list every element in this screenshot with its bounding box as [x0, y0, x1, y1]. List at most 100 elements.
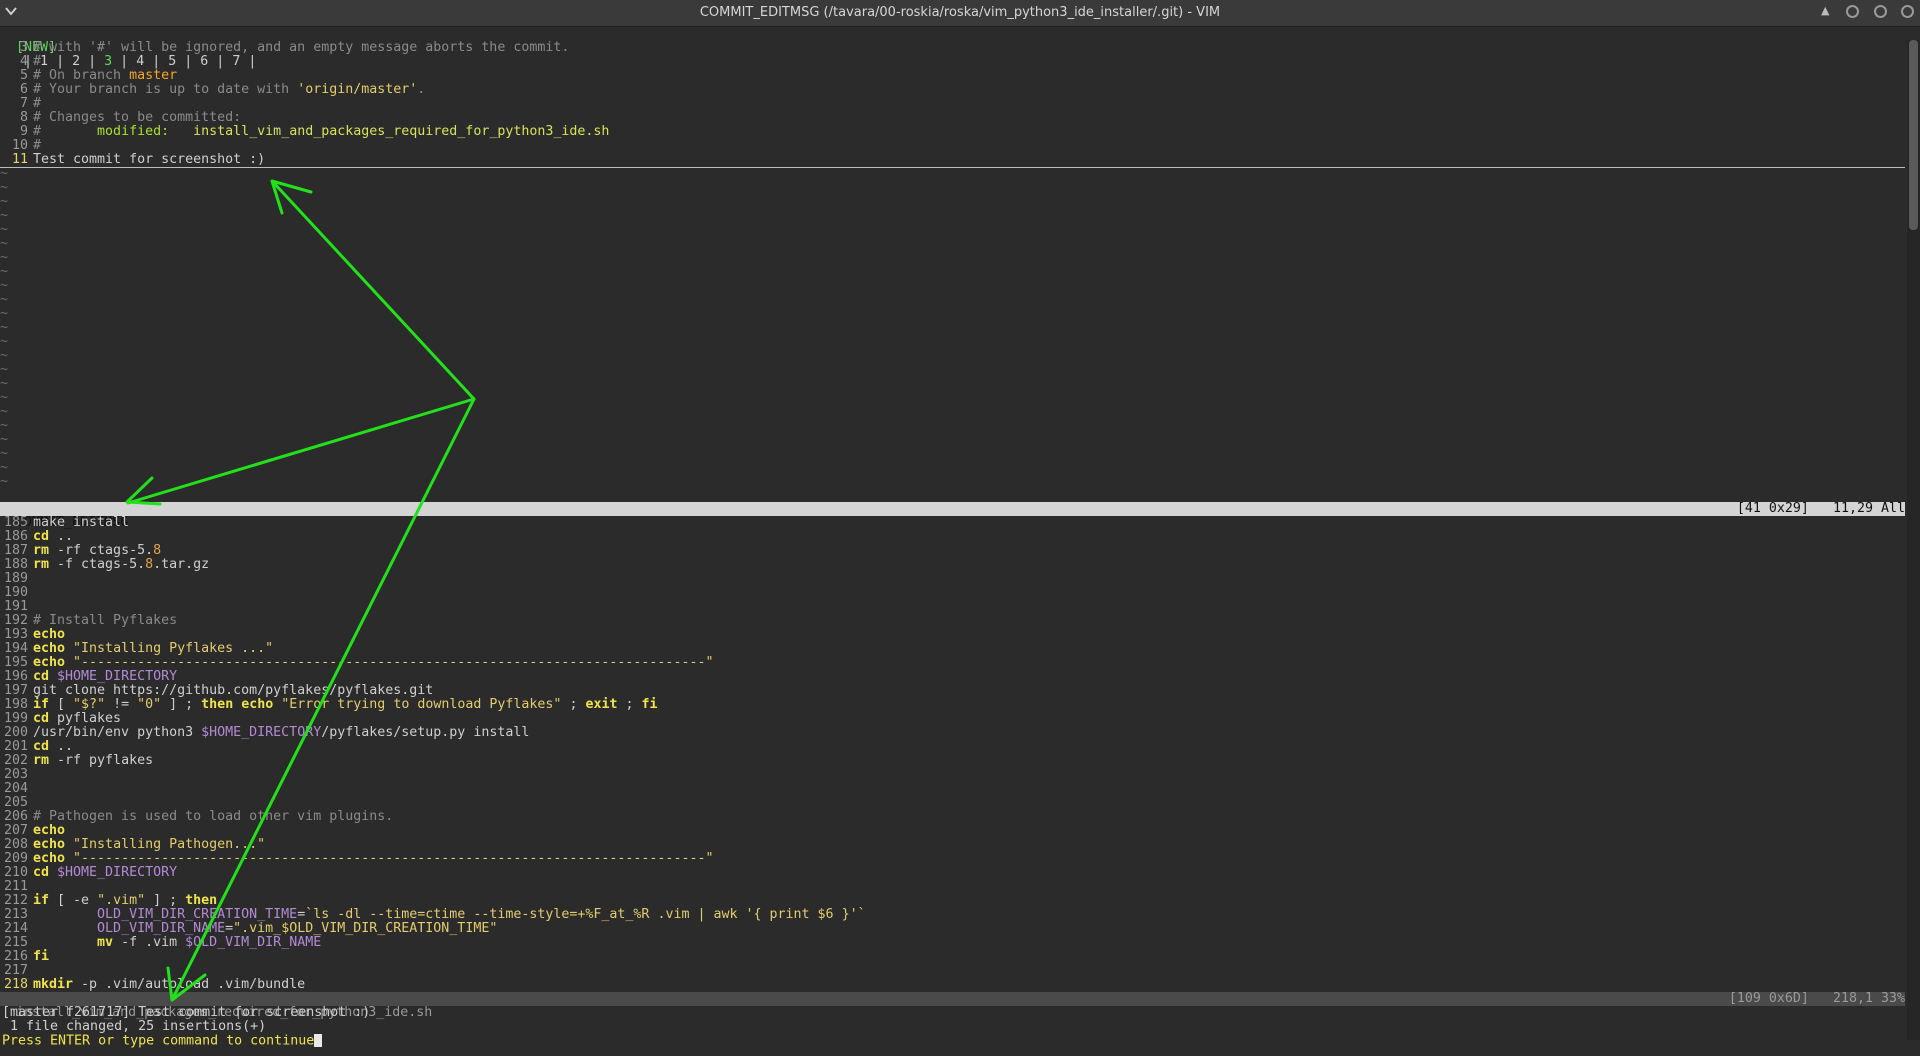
code-token: if: [33, 697, 50, 712]
code-line[interactable]: 212 if [ -e ".vim" ] ; then: [0, 894, 1905, 908]
line-number: 210: [3, 865, 28, 880]
line-number: 193: [3, 627, 28, 642]
code-line[interactable]: 196 cd $HOME_DIRECTORY: [0, 670, 1905, 684]
line-number: 204: [3, 781, 28, 796]
code-line[interactable]: 204: [0, 782, 1905, 796]
code-line[interactable]: 207 echo: [0, 824, 1905, 838]
statusline-size: [109 0x6D]: [1728, 991, 1809, 1006]
commit-result-message: [master f261717] Test commit for screens…: [2, 1005, 371, 1020]
line-number: 203: [3, 767, 28, 782]
code-line[interactable]: 201 cd ..: [0, 740, 1905, 754]
code-line[interactable]: 9 # modified: install_vim_and_packages_re…: [0, 125, 1905, 139]
statusline-position: [41 0x29] 11,29 All: [1737, 502, 1905, 516]
code-token: "0": [137, 697, 162, 712]
code-line[interactable]: 205: [0, 796, 1905, 810]
vim-tabline: [NEW] | 1 | 2 | 3 | 4 | 5 | 6 | 7 |: [0, 27, 1920, 69]
empty-line-marker: ~: [0, 376, 9, 391]
code-token: echo: [33, 627, 66, 642]
code-line[interactable]: 193 echo: [0, 628, 1905, 642]
command-prompt[interactable]: Press ENTER or type command to continue: [0, 1034, 1907, 1048]
code-line[interactable]: 192 # Install Pyflakes: [0, 614, 1905, 628]
code-line[interactable]: 214 OLD_VIM_DIR_NAME=".vim_$OLD_VIM_DIR_…: [0, 922, 1905, 936]
code-line[interactable]: 6 # Your branch is up to date with 'origi…: [0, 83, 1905, 97]
current-line[interactable]: 218 mkdir -p .vim/autoload .vim/bundle: [0, 978, 1905, 992]
code-token: -rf pyflakes: [49, 753, 154, 768]
line-text: #: [33, 138, 42, 153]
empty-line-marker: ~: [0, 362, 9, 377]
bottom-pane-statusline: install_vim_and_packages_required_for_py…: [0, 991, 1905, 1020]
code-line[interactable]: 188 rm -f ctags-5.8.tar.gz: [0, 558, 1905, 572]
code-token: fi: [641, 697, 658, 712]
code-line[interactable]: 213 OLD_VIM_DIR_CREATION_TIME=`ls -dl --…: [0, 908, 1905, 922]
line-number: 191: [3, 599, 28, 614]
code-token: "Installing Pyflakes ...": [65, 641, 274, 656]
code-token: fi: [33, 949, 50, 964]
code-line[interactable]: 217: [0, 964, 1905, 978]
upstream-name: 'origin/master': [297, 82, 418, 97]
line-text: # Changes to be committed:: [33, 110, 242, 125]
code-line[interactable]: 187 rm -rf ctags-5.8: [0, 544, 1905, 558]
line-number: 197: [3, 683, 28, 698]
empty-line-marker: ~: [0, 418, 9, 433]
code-token: [ -e: [49, 893, 98, 908]
code-line[interactable]: 215 mv -f .vim $OLD_VIM_DIR_NAME: [0, 936, 1905, 950]
code-line[interactable]: 194 echo "Installing Pyflakes ...": [0, 642, 1905, 656]
code-line[interactable]: 4 #: [0, 55, 1905, 69]
code-token: mkdir: [33, 977, 74, 992]
code-line[interactable]: 202 rm -rf pyflakes: [0, 754, 1905, 768]
close-icon[interactable]: [1901, 5, 1914, 18]
code-line[interactable]: 5 # On branch master: [0, 69, 1905, 83]
code-line[interactable]: 186 cd ..: [0, 530, 1905, 544]
empty-line-marker: ~: [0, 320, 9, 335]
code-token: then: [201, 697, 234, 712]
code-line[interactable]: 8 # Changes to be committed:: [0, 111, 1905, 125]
code-line[interactable]: 198 if [ "$?" != "0" ] ; then echo "Error…: [0, 698, 1905, 712]
code-line[interactable]: 185 make install: [0, 516, 1905, 530]
code-token: pyflakes: [49, 711, 122, 726]
code-token: echo: [233, 697, 274, 712]
code-line[interactable]: 206 # Pathogen is used to load other vim …: [0, 810, 1905, 824]
maximize-icon[interactable]: [1874, 5, 1887, 18]
line-text: Test commit for screenshot :): [33, 152, 266, 167]
up-arrow-icon[interactable]: ▲: [1821, 4, 1829, 17]
scrollbar-thumb[interactable]: [1909, 40, 1918, 230]
code-line[interactable]: 3 # with '#' will be ignored, and an empt…: [0, 41, 1905, 55]
code-line[interactable]: 209 echo "-------------------------------…: [0, 852, 1905, 866]
code-line[interactable]: 208 echo "Installing Pathogen...": [0, 838, 1905, 852]
modified-label: modified:: [97, 124, 170, 139]
code-line[interactable]: 10 #: [0, 139, 1905, 153]
code-token: then: [185, 893, 218, 908]
code-line[interactable]: 197 git clone https://github.com/pyflakes…: [0, 684, 1905, 698]
code-token: cd: [33, 669, 50, 684]
code-token: cd: [33, 529, 50, 544]
code-token: ..: [49, 739, 74, 754]
line-text: # On branch: [33, 68, 130, 83]
code-line[interactable]: 195 echo "-------------------------------…: [0, 656, 1905, 670]
code-line[interactable]: 211: [0, 880, 1905, 894]
code-token: echo: [33, 851, 66, 866]
empty-line-marker: ~: [0, 306, 9, 321]
code-line[interactable]: 200/usr/bin/env python3 $HOME_DIRECTORY/…: [0, 726, 1905, 740]
code-line[interactable]: 199 cd pyflakes: [0, 712, 1905, 726]
code-line[interactable]: 216 fi: [0, 950, 1905, 964]
minimize-icon[interactable]: [1846, 5, 1859, 18]
code-line[interactable]: 191: [0, 600, 1905, 614]
line-text: #: [33, 96, 42, 111]
window-titlebar: COMMIT_EDITMSG (/tavara/00-roskia/roska/…: [0, 0, 1920, 27]
code-token: [: [49, 697, 74, 712]
empty-line-marker: ~: [0, 250, 9, 265]
code-line[interactable]: 210 cd $HOME_DIRECTORY: [0, 866, 1905, 880]
code-token: .tar.gz: [153, 557, 210, 572]
code-token: "$?": [73, 697, 106, 712]
line-number: 6: [19, 82, 28, 97]
line-number: 212: [3, 893, 28, 908]
code-line[interactable]: 7 #: [0, 97, 1905, 111]
code-line[interactable]: 190: [0, 586, 1905, 600]
scrollbar[interactable]: [1907, 40, 1920, 1040]
code-line[interactable]: 189: [0, 572, 1905, 586]
code-token: make install: [33, 515, 130, 530]
code-line[interactable]: 203: [0, 768, 1905, 782]
current-line[interactable]: 11 Test commit for screenshot :): [0, 153, 1905, 168]
